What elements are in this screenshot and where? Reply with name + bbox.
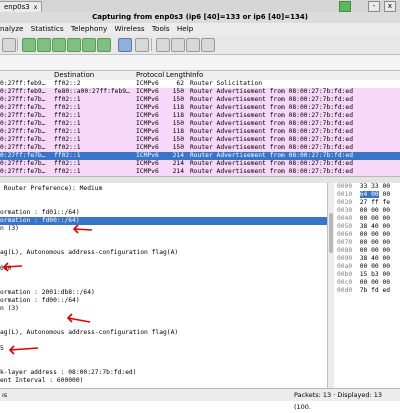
packet-count-status: Packets: 13 · Displayed: 13 (100. bbox=[294, 391, 382, 411]
status-left: ıs bbox=[2, 391, 8, 399]
status-bar: ıs Packets: 13 · Displayed: 13 (100. bbox=[0, 388, 400, 411]
annotation-arrow-icon bbox=[2, 262, 23, 272]
annotation-arrow-icon bbox=[72, 224, 93, 234]
annotation-arrows bbox=[2, 224, 93, 355]
annotation-arrow-icon bbox=[66, 313, 91, 323]
annotation-arrow-icon bbox=[8, 345, 39, 355]
